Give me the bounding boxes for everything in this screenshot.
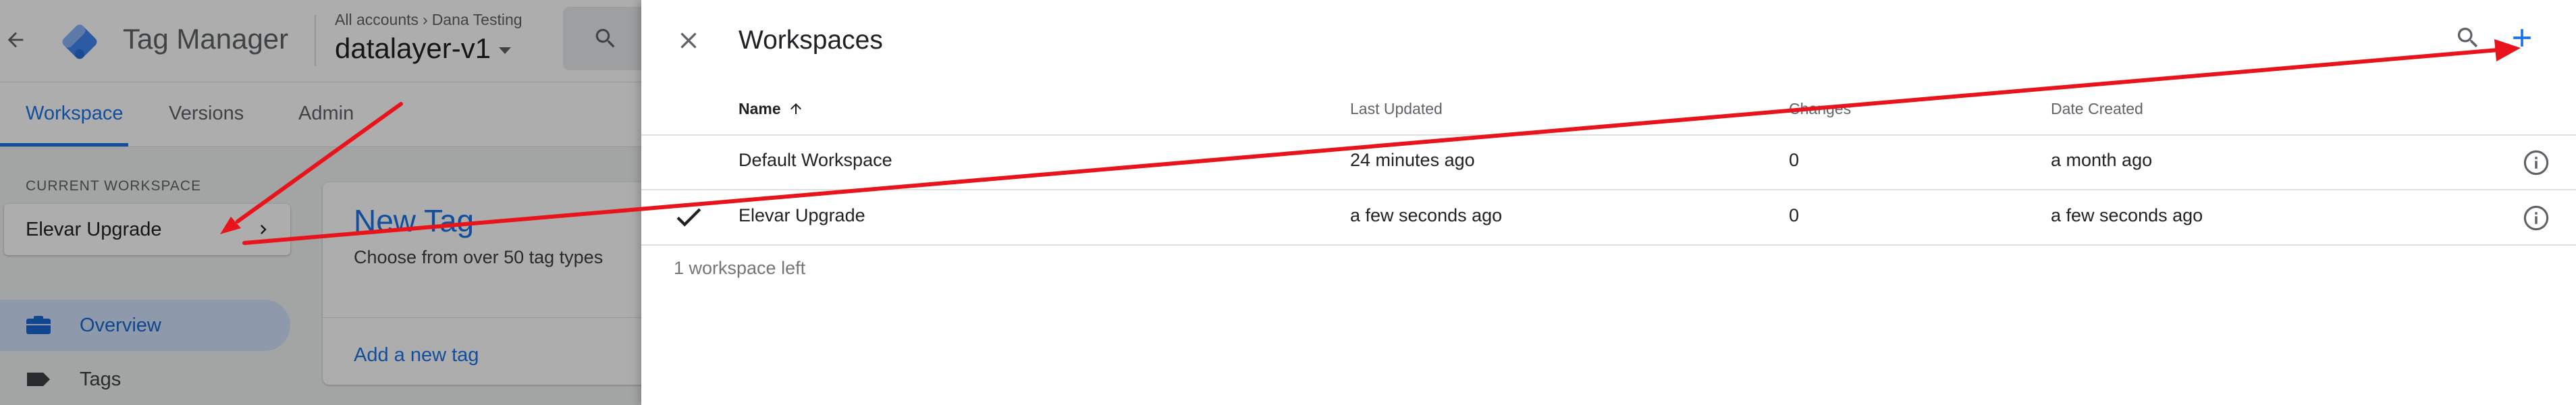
workspace-name: Elevar Upgrade xyxy=(739,205,865,225)
column-header-label: Name xyxy=(739,100,781,117)
info-icon[interactable] xyxy=(2522,148,2550,177)
changes-count: 0 xyxy=(1789,205,1800,225)
table-row[interactable]: Elevar Upgrade a few seconds ago 0 a few… xyxy=(641,190,2576,244)
workspaces-panel: Workspaces Name Last Updated Changes Dat… xyxy=(641,0,2576,405)
column-header-name[interactable]: Name xyxy=(739,100,804,118)
close-icon[interactable] xyxy=(675,27,702,54)
changes-count: 0 xyxy=(1789,150,1800,170)
column-header-last-updated[interactable]: Last Updated xyxy=(1350,100,1443,118)
add-icon[interactable] xyxy=(2507,23,2537,53)
sort-up-arrow-icon xyxy=(790,103,801,114)
column-header-date-created[interactable]: Date Created xyxy=(2051,100,2143,118)
last-updated: 24 minutes ago xyxy=(1350,150,1475,170)
last-updated: a few seconds ago xyxy=(1350,205,1503,225)
row-divider xyxy=(641,244,2576,246)
date-created: a few seconds ago xyxy=(2051,205,2203,225)
panel-title: Workspaces xyxy=(739,26,883,55)
info-icon[interactable] xyxy=(2522,204,2550,232)
workspace-name: Default Workspace xyxy=(739,150,892,170)
date-created: a month ago xyxy=(2051,150,2153,170)
workspace-quota-text: 1 workspace left xyxy=(674,258,806,278)
modal-scrim[interactable] xyxy=(0,0,641,405)
column-header-changes[interactable]: Changes xyxy=(1789,100,1851,118)
search-icon[interactable] xyxy=(2454,24,2481,51)
check-icon xyxy=(676,208,701,227)
tag-manager-app: Tag Manager All accounts › Dana Testing da… xyxy=(0,0,641,405)
table-row[interactable]: Default Workspace 24 minutes ago 0 a mon… xyxy=(641,135,2576,189)
